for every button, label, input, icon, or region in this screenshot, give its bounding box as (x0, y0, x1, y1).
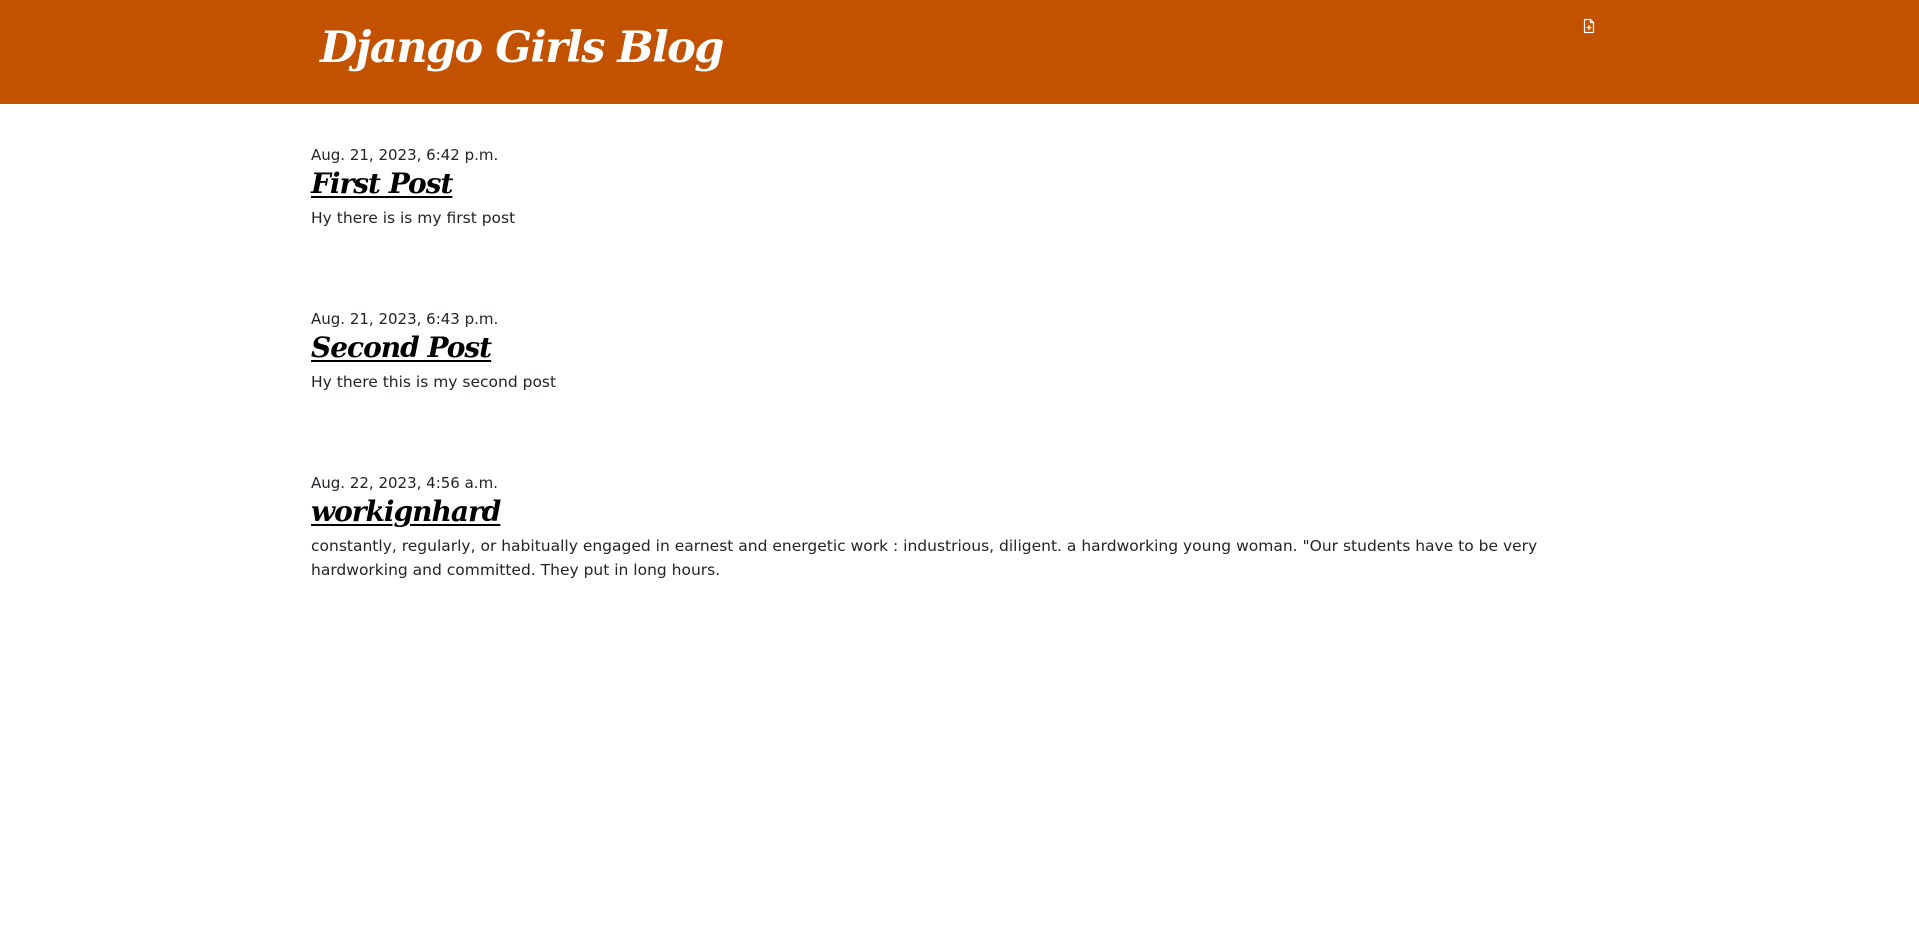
post-text: Hy there this is my second post (311, 373, 557, 391)
post-title-link[interactable]: First Post (311, 165, 453, 203)
post-text: Hy there is is my first post (311, 209, 516, 227)
page-header: Django Girls Blog (0, 0, 1919, 104)
post-date: Aug. 22, 2023, 4:56 a.m. (311, 474, 498, 492)
post-item: Aug. 21, 2023, 6:42 p.m. First Post Hy t… (311, 145, 1591, 230)
post-text: constantly, regularly, or habitually eng… (311, 537, 1538, 579)
post-date: Aug. 21, 2023, 6:43 p.m. (311, 310, 499, 328)
post-date: Aug. 21, 2023, 6:42 p.m. (311, 146, 499, 164)
post-title-link[interactable]: Second Post (311, 329, 492, 367)
post-title-link[interactable]: workignhard (311, 493, 501, 531)
file-plus-icon (1583, 18, 1595, 34)
post-item: Aug. 21, 2023, 6:43 p.m. Second Post Hy … (311, 309, 1591, 394)
new-post-button[interactable] (1580, 17, 1598, 35)
post-item: Aug. 22, 2023, 4:56 a.m. workignhard con… (311, 473, 1591, 582)
site-title-link[interactable]: Django Girls Blog (320, 14, 724, 82)
